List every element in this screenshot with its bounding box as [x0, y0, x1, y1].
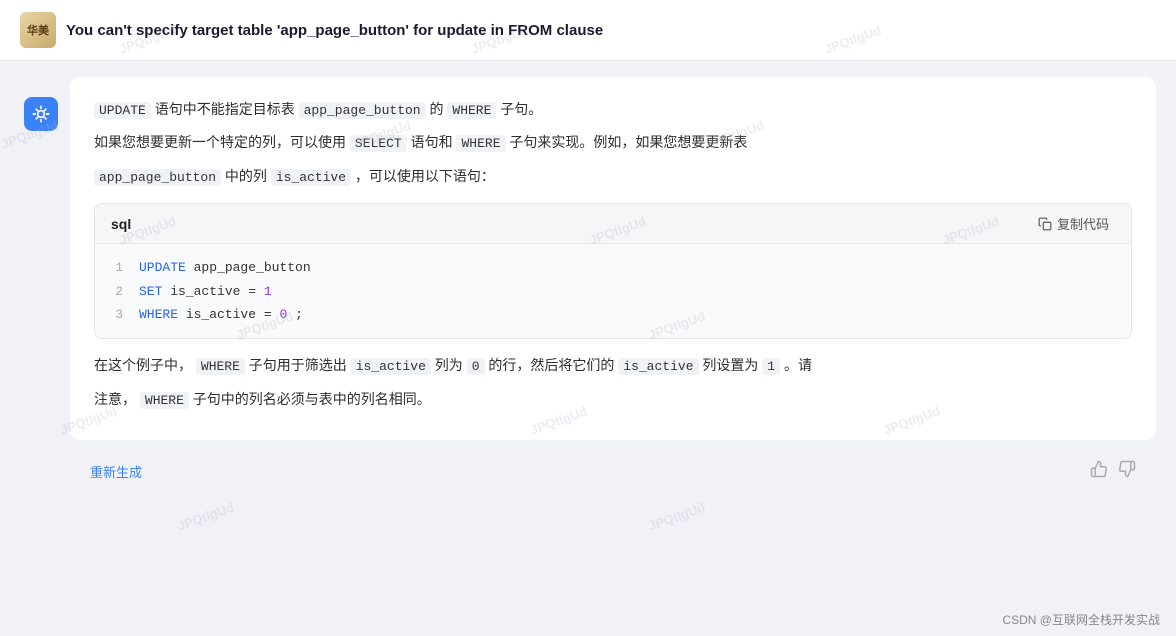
header-logo: 华美 [20, 12, 56, 48]
code-block: sql 复制代码 1 UPDATE [94, 203, 1132, 339]
code-is-active-3: is_active [618, 358, 698, 375]
code-table-2: app_page_button [94, 169, 221, 186]
code-one: 1 [762, 358, 780, 375]
copy-icon [1038, 217, 1052, 231]
code-zero: 0 [467, 358, 485, 375]
code-language-label: sql [111, 216, 131, 232]
code-is-active-2: is_active [351, 358, 431, 375]
copy-code-button[interactable]: 复制代码 [1032, 212, 1115, 235]
code-line-1: 1 UPDATE app_page_button [111, 256, 1115, 279]
bottom-label: CSDN @互联网全栈开发实战 [1002, 611, 1160, 628]
line-content-1: UPDATE app_page_button [139, 256, 311, 279]
regenerate-button[interactable]: 重新生成 [90, 462, 142, 481]
paragraph-2: 如果您想要更新一个特定的列，可以使用 SELECT 语句和 WHERE 子句来实… [94, 130, 1132, 155]
paragraph-4: 在这个例子中， WHERE 子句用于筛选出 is_active 列为 0 的行，… [94, 353, 1132, 378]
paragraph-1: UPDATE 语句中不能指定目标表 app_page_button 的 WHER… [94, 97, 1132, 122]
code-where-4: WHERE [140, 392, 189, 409]
thumbs-up-icon[interactable] [1090, 460, 1108, 483]
feedback-icons [1090, 460, 1136, 483]
code-body: 1 UPDATE app_page_button 2 SET is_active… [95, 244, 1131, 338]
code-is-active-1: is_active [271, 169, 351, 186]
paragraph-5: 注意， WHERE 子句中的列名必须与表中的列名相同。 [94, 387, 1132, 412]
code-where-2: WHERE [456, 135, 505, 152]
line-content-3: WHERE is_active = 0 ; [139, 303, 303, 326]
ai-avatar-icon [24, 97, 58, 131]
line-num-2: 2 [111, 280, 123, 303]
code-where-3: WHERE [196, 358, 245, 375]
code-where-1: WHERE [447, 102, 496, 119]
line-num-1: 1 [111, 256, 123, 279]
copy-label: 复制代码 [1057, 214, 1109, 233]
code-line-2: 2 SET is_active = 1 [111, 280, 1115, 303]
line-content-2: SET is_active = 1 [139, 280, 272, 303]
paragraph-3: app_page_button 中的列 is_active ，可以使用以下语句： [94, 164, 1132, 189]
code-line-3: 3 WHERE is_active = 0 ; [111, 303, 1115, 326]
code-block-header: sql 复制代码 [95, 204, 1131, 244]
code-update: UPDATE [94, 102, 151, 119]
line-num-3: 3 [111, 303, 123, 326]
chat-bubble: UPDATE 语句中不能指定目标表 app_page_button 的 WHER… [70, 77, 1156, 440]
logo-text: 华美 [27, 22, 49, 38]
code-select: SELECT [350, 135, 407, 152]
footer-area: 重新生成 [20, 452, 1156, 491]
chat-bubble-wrapper: UPDATE 语句中不能指定目标表 app_page_button 的 WHER… [70, 77, 1156, 440]
main-content: UPDATE 语句中不能指定目标表 app_page_button 的 WHER… [0, 61, 1176, 507]
page-header: 华美 You can't specify target table 'app_p… [0, 0, 1176, 61]
code-table-name: app_page_button [299, 102, 426, 119]
thumbs-down-icon[interactable] [1118, 460, 1136, 483]
header-title: You can't specify target table 'app_page… [66, 22, 603, 39]
